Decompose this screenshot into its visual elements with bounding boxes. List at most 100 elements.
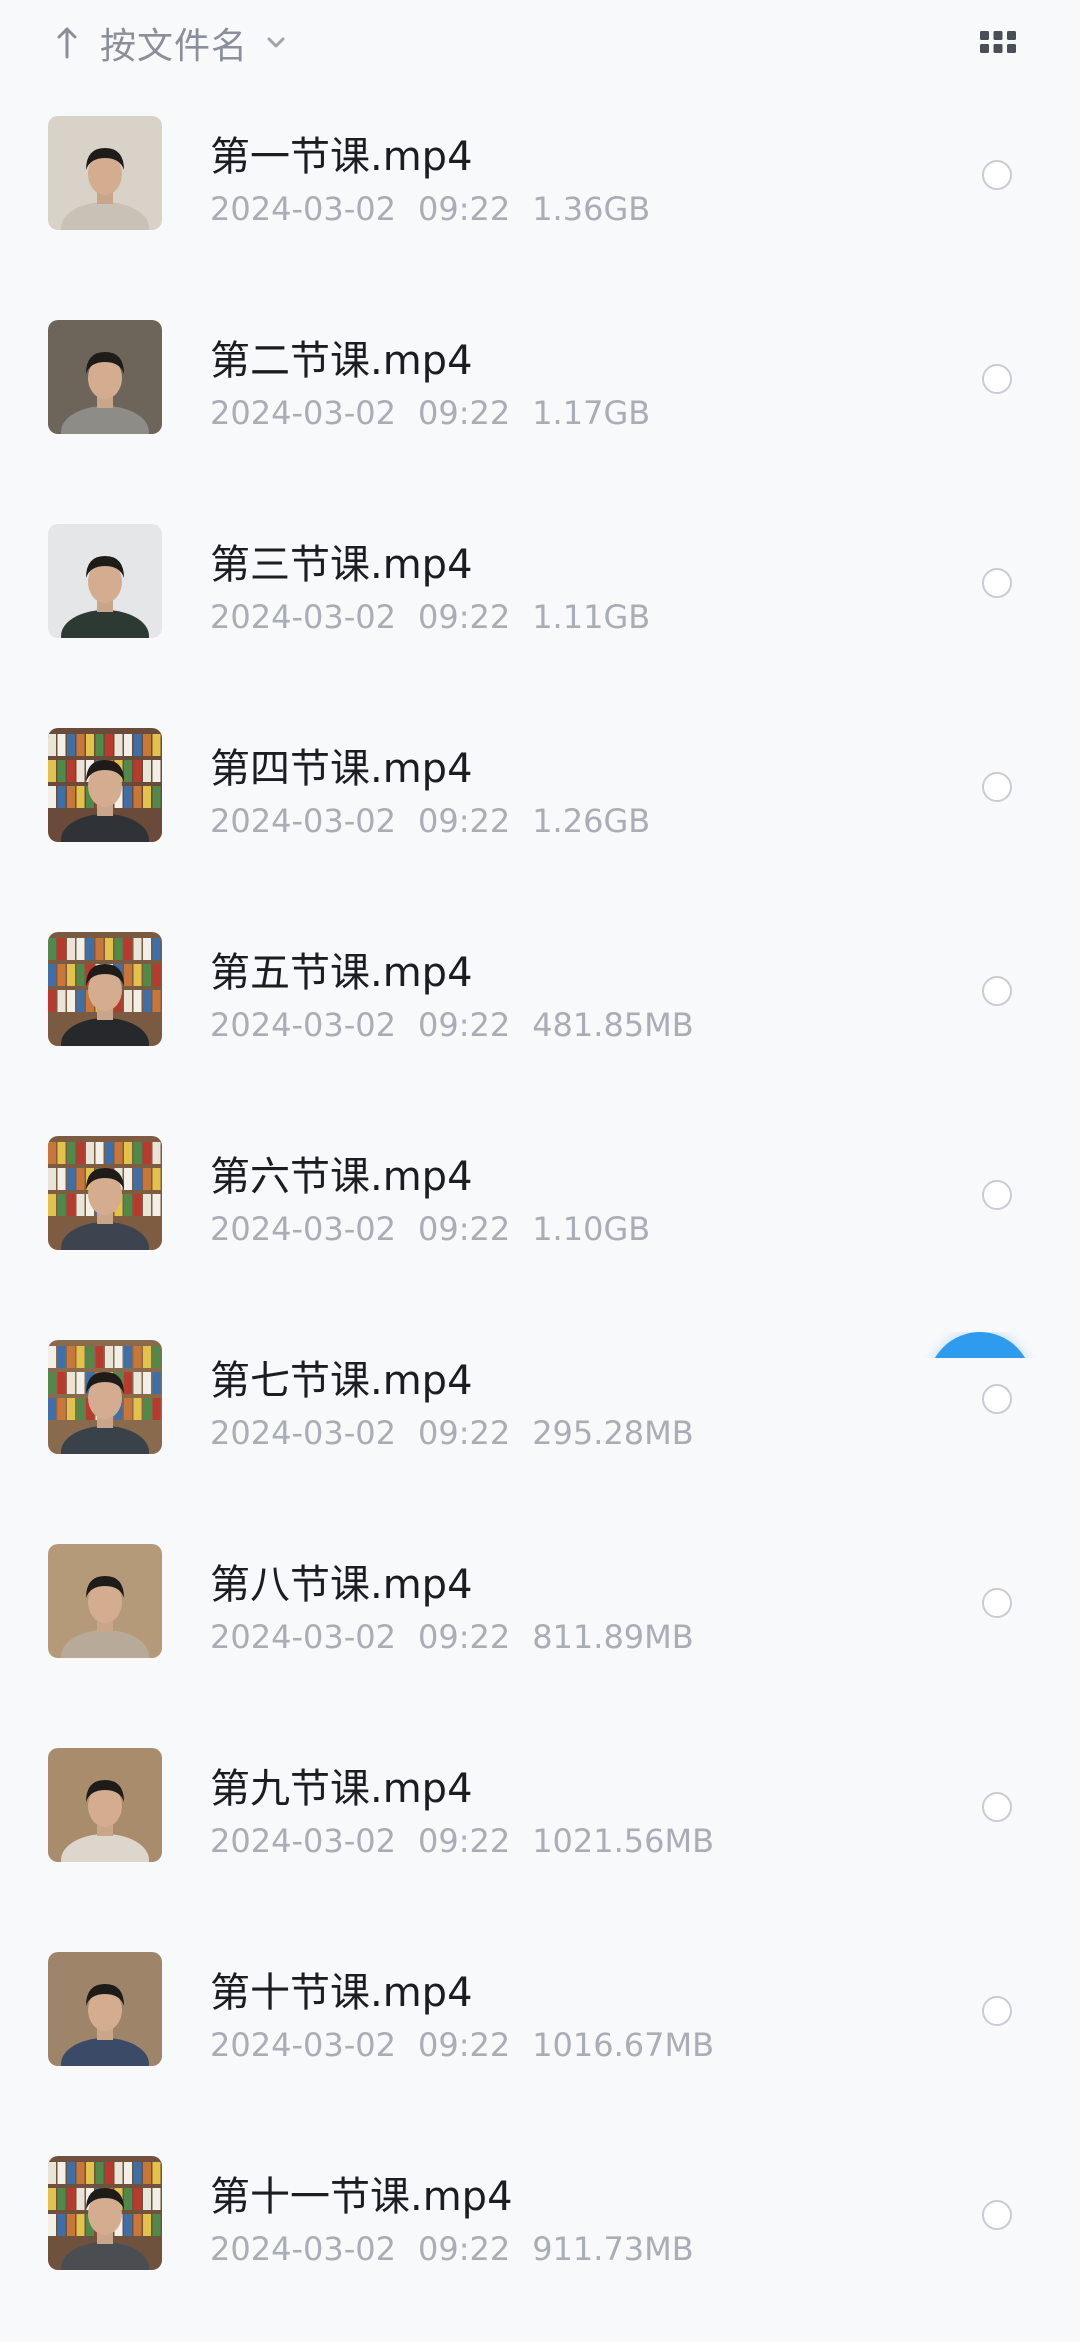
bookshelf-book <box>57 1398 66 1420</box>
bookshelf-book <box>86 2162 94 2184</box>
file-time: 09:22 <box>417 1618 511 1656</box>
bookshelf-book <box>133 1346 142 1368</box>
file-list: 第一节课.mp4 2024-03-02 09:22 1.36GB 第二节课.mp… <box>0 98 1080 2342</box>
bookshelf-book <box>67 938 75 960</box>
file-row[interactable]: 第六节课.mp4 2024-03-02 09:22 1.10GB <box>0 1118 1080 1322</box>
file-date: 2024-03-02 <box>210 1006 396 1044</box>
floating-action-button[interactable] <box>920 1332 1040 1358</box>
bookshelf-book <box>143 1168 151 1190</box>
file-row[interactable]: 第十一节课.mp4 2024-03-02 09:22 911.73MB <box>0 2138 1080 2342</box>
sort-label: 按文件名 <box>100 26 249 67</box>
select-radio[interactable] <box>982 1588 1012 1618</box>
file-meta: 2024-03-02 09:22 1.36GB <box>210 190 650 228</box>
person-thumbnail-icon <box>48 116 162 230</box>
bookshelf-book <box>76 1372 85 1394</box>
bookshelf-book <box>67 1168 75 1190</box>
bookshelf-book <box>48 2214 56 2236</box>
bookshelf-book <box>124 2214 132 2236</box>
bookshelf-book <box>152 964 161 986</box>
file-time: 09:22 <box>417 1006 511 1044</box>
bookshelf-book <box>114 2162 123 2184</box>
bookshelf-book <box>86 938 94 960</box>
bookshelf-book <box>143 2162 151 2184</box>
bookshelf-book <box>48 1372 56 1394</box>
bookshelf-book <box>133 1372 142 1394</box>
sort-by-name-button[interactable]: 按文件名 <box>56 14 286 72</box>
select-radio[interactable] <box>982 772 1012 802</box>
file-name: 第七节课.mp4 <box>210 1358 473 1404</box>
bookshelf-book <box>124 734 132 756</box>
file-size: 1.17GB <box>532 394 651 432</box>
bookshelf-book <box>105 938 113 960</box>
bookshelf-book <box>76 760 85 782</box>
bookshelf-book <box>133 1142 142 1164</box>
file-meta: 2024-03-02 09:22 1021.56MB <box>210 1822 714 1860</box>
bookshelf-book <box>133 1194 142 1216</box>
file-name: 第三节课.mp4 <box>210 542 473 588</box>
select-radio[interactable] <box>982 568 1012 598</box>
file-date: 2024-03-02 <box>210 1618 396 1656</box>
bookshelf-book <box>67 1194 75 1216</box>
bookshelf-book <box>76 1142 85 1164</box>
person-thumbnail-icon <box>48 2156 162 2270</box>
bookshelf-book <box>152 1346 161 1368</box>
file-row[interactable]: 第九节课.mp4 2024-03-02 09:22 1021.56MB <box>0 1730 1080 1934</box>
person-thumbnail-icon <box>48 524 162 638</box>
bookshelf-book <box>57 760 66 782</box>
bookshelf-book <box>57 734 66 756</box>
file-row[interactable]: 第三节课.mp4 2024-03-02 09:22 1.11GB <box>0 506 1080 710</box>
file-name: 第二节课.mp4 <box>210 338 473 384</box>
file-time: 09:22 <box>417 598 511 636</box>
bookshelf-book <box>67 734 75 756</box>
video-thumbnail <box>48 1952 162 2066</box>
file-size: 295.28MB <box>532 1414 694 1452</box>
file-date: 2024-03-02 <box>210 1210 396 1248</box>
select-radio[interactable] <box>982 976 1012 1006</box>
file-row[interactable]: 第二节课.mp4 2024-03-02 09:22 1.17GB <box>0 302 1080 506</box>
select-radio[interactable] <box>982 1384 1012 1414</box>
select-radio[interactable] <box>982 1792 1012 1822</box>
file-row[interactable]: 第十节课.mp4 2024-03-02 09:22 1016.67MB <box>0 1934 1080 2138</box>
file-name: 第十节课.mp4 <box>210 1970 473 2016</box>
bookshelf-book <box>143 1372 151 1394</box>
file-meta: 2024-03-02 09:22 1.17GB <box>210 394 650 432</box>
select-radio[interactable] <box>982 364 1012 394</box>
file-row[interactable]: 第四节课.mp4 2024-03-02 09:22 1.26GB <box>0 710 1080 914</box>
bookshelf-book <box>48 1398 56 1420</box>
select-radio[interactable] <box>982 1996 1012 2026</box>
bookshelf-book <box>86 734 94 756</box>
bookshelf-book <box>124 1194 132 1216</box>
file-row[interactable]: 第一节课.mp4 2024-03-02 09:22 1.36GB <box>0 98 1080 302</box>
bookshelf-book <box>143 990 151 1012</box>
bookshelf-book <box>152 786 161 808</box>
bookshelf-book <box>152 1398 161 1420</box>
bookshelf-book <box>67 1398 75 1420</box>
select-radio[interactable] <box>982 1180 1012 1210</box>
file-size: 1.36GB <box>532 190 651 228</box>
file-size: 1.26GB <box>532 802 651 840</box>
select-radio[interactable] <box>982 2200 1012 2230</box>
chevron-down-icon <box>267 37 285 48</box>
bookshelf-book <box>67 964 75 986</box>
bookshelf-book <box>133 786 142 808</box>
bookshelf-book <box>114 734 123 756</box>
bookshelf-book <box>143 938 151 960</box>
file-row[interactable]: 第七节课.mp4 2024-03-02 09:22 295.28MB <box>0 1322 1080 1526</box>
file-row[interactable]: 第八节课.mp4 2024-03-02 09:22 811.89MB <box>0 1526 1080 1730</box>
select-radio[interactable] <box>982 160 1012 190</box>
file-name: 第五节课.mp4 <box>210 950 473 996</box>
bookshelf-book <box>76 2214 85 2236</box>
bookshelf-book <box>57 2188 66 2210</box>
bookshelf-book <box>124 964 132 986</box>
file-size: 481.85MB <box>532 1006 694 1044</box>
grid-view-icon[interactable] <box>978 28 1018 56</box>
bookshelf-book <box>95 938 104 960</box>
bookshelf-book <box>152 760 161 782</box>
bookshelf-book <box>133 1398 142 1420</box>
file-date: 2024-03-02 <box>210 1414 396 1452</box>
bookshelf-book <box>124 1142 132 1164</box>
file-row[interactable]: 第五节课.mp4 2024-03-02 09:22 481.85MB <box>0 914 1080 1118</box>
bookshelf-book <box>124 1372 132 1394</box>
bookshelf-book <box>57 964 66 986</box>
bookshelf-book <box>67 786 75 808</box>
